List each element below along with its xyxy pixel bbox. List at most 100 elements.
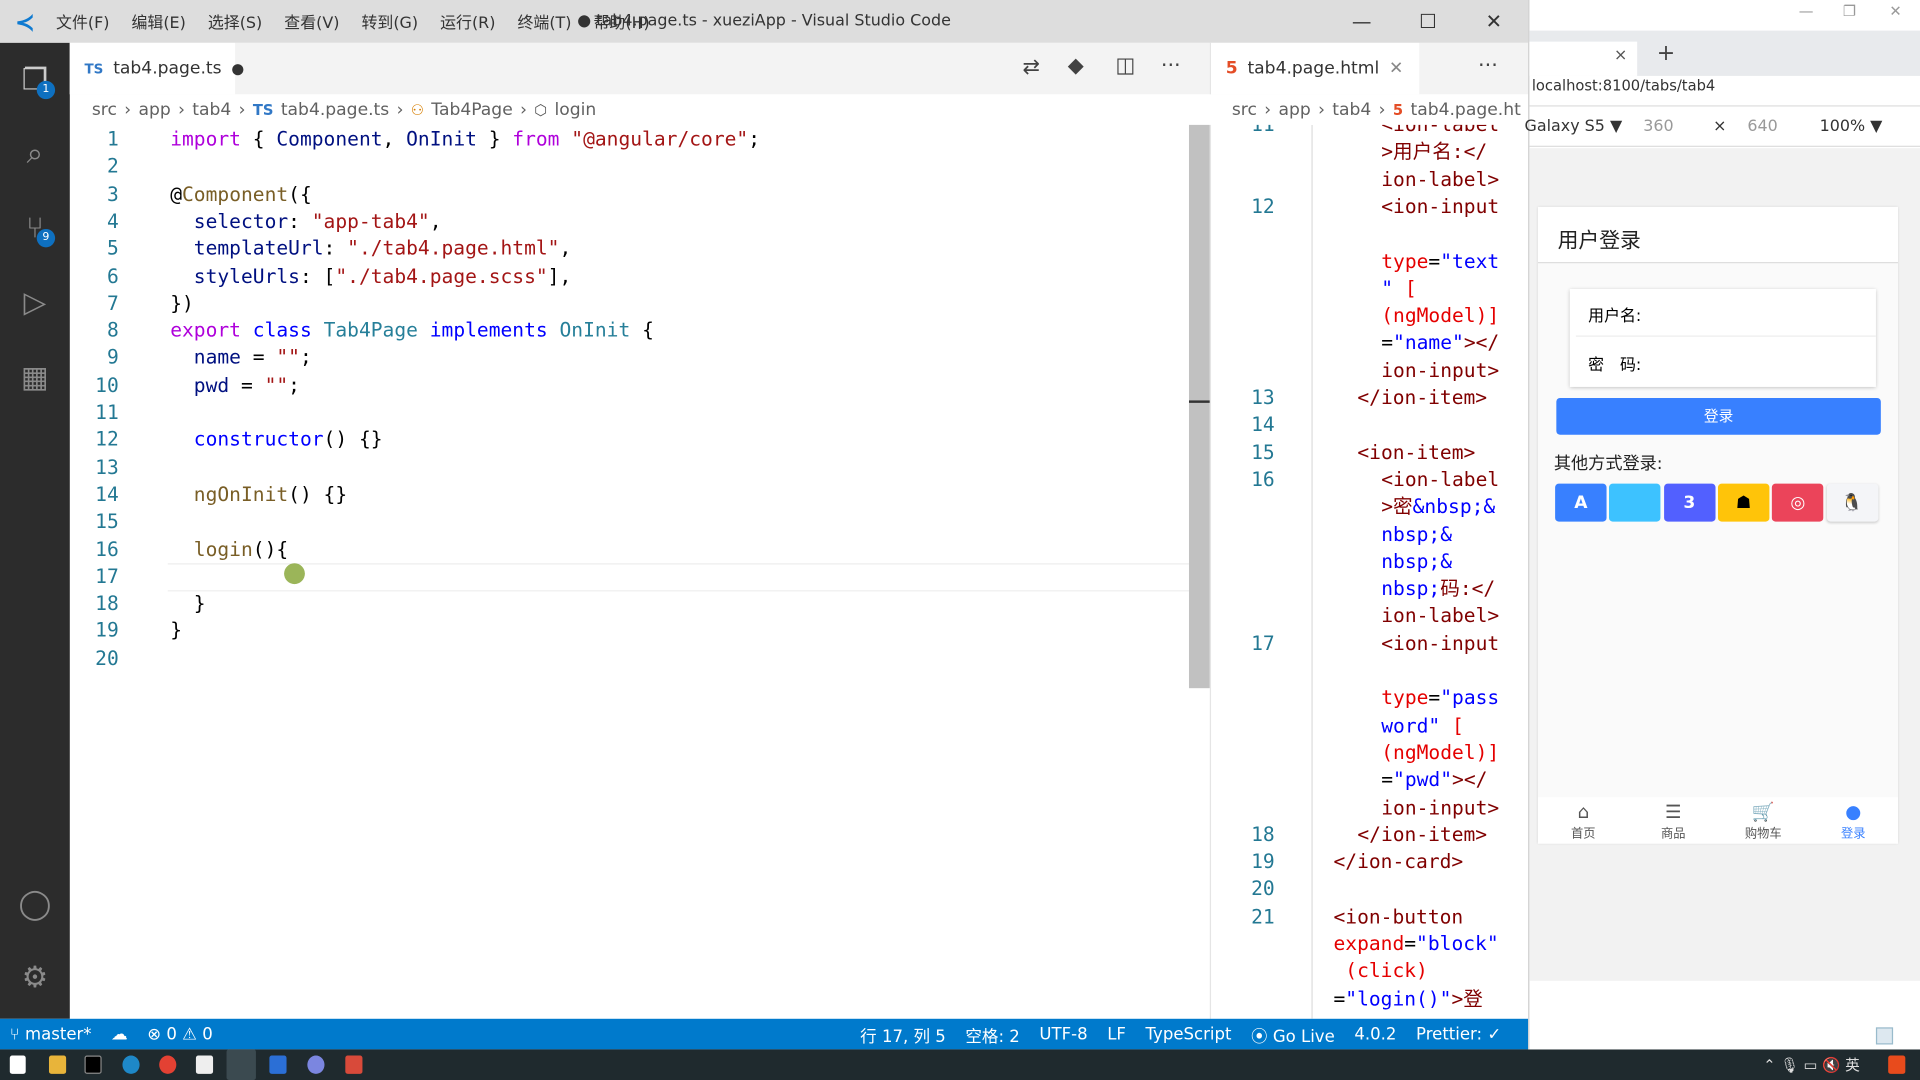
code-line: constructor() {}: [170, 426, 383, 453]
breadcrumb-item[interactable]: tab4: [192, 100, 231, 120]
go-live-button[interactable]: ⦿ Go Live: [1241, 1022, 1344, 1047]
github-icon[interactable]: ◎: [1772, 483, 1824, 522]
menu-item[interactable]: 帮助(H): [582, 10, 660, 33]
typora-icon[interactable]: [195, 1055, 214, 1074]
angular-icon[interactable]: A: [1555, 483, 1607, 522]
code-token: expand: [1333, 931, 1405, 956]
menu-item[interactable]: 运行(R): [429, 10, 506, 33]
zoom-select[interactable]: 100% ▼: [1820, 118, 1883, 136]
close-button[interactable]: ✕: [1461, 0, 1527, 43]
menu-item[interactable]: 转到(G): [350, 10, 429, 33]
tab-tab4-page-ts[interactable]: TS tab4.page.ts ●: [69, 42, 244, 95]
device-select[interactable]: Galaxy S5 ▼: [1525, 118, 1623, 136]
vscode-taskbar-icon[interactable]: [226, 1049, 256, 1080]
system-tray-icons[interactable]: ⌃ 🎙 ▭ 🔇 英: [1763, 1054, 1860, 1075]
more-actions-icon[interactable]: ···: [1161, 54, 1181, 78]
close-tab-icon[interactable]: ✕: [1389, 59, 1403, 79]
chevron-right-icon: ›: [396, 100, 404, 121]
problems-indicator[interactable]: ⊗ 0 ⚠ 0: [137, 1024, 222, 1044]
code-token: "": [264, 373, 289, 397]
linux-icon[interactable]: 🐧: [1826, 483, 1878, 522]
close-tab-icon[interactable]: ×: [1614, 47, 1627, 65]
edge-icon[interactable]: [122, 1055, 140, 1074]
menu-item[interactable]: 终端(T): [506, 10, 582, 33]
windows-start-icon[interactable]: [9, 1055, 26, 1074]
browser-minimize-button[interactable]: —: [1799, 2, 1814, 19]
menu-item[interactable]: 文件(F): [45, 10, 120, 33]
browser-tab[interactable]: ×: [1529, 41, 1638, 76]
line-number: 8: [106, 318, 119, 342]
android-icon[interactable]: ☗: [1717, 483, 1770, 522]
css3-icon[interactable]: 3: [1663, 483, 1716, 522]
scrollbar-left[interactable]: [1188, 124, 1210, 689]
breadcrumb-item[interactable]: Tab4Page: [431, 100, 512, 120]
explorer-icon[interactable]: ❐ 1: [0, 49, 70, 110]
cursor-position[interactable]: 行 17, 列 5: [850, 1022, 955, 1047]
line-number: 19: [1251, 849, 1275, 874]
username-field[interactable]: 用户名:: [1575, 289, 1876, 337]
typescript-icon: TS: [252, 101, 274, 119]
menu-item[interactable]: 选择(S): [197, 10, 273, 33]
terminal-icon[interactable]: [84, 1055, 102, 1074]
extensions-icon[interactable]: ▦: [0, 347, 70, 408]
menu-item[interactable]: 编辑(E): [120, 10, 196, 33]
height-input[interactable]: 640: [1747, 118, 1777, 136]
code-token: "./tab4.page.scss": [335, 263, 548, 288]
breadcrumb-item[interactable]: tab4: [1332, 100, 1371, 120]
account-icon[interactable]: ◯: [0, 873, 70, 934]
login-button[interactable]: 登录: [1556, 397, 1881, 435]
settings-gear-icon[interactable]: ⚙: [0, 947, 70, 1008]
file-explorer-icon[interactable]: [48, 1055, 67, 1074]
search-icon[interactable]: ⌕: [0, 122, 70, 183]
chrome-icon[interactable]: [159, 1055, 177, 1074]
apple-icon[interactable]: [1609, 483, 1661, 522]
code-token: selector: [193, 209, 289, 233]
git-icon[interactable]: ◆: [1068, 54, 1084, 78]
ts-version[interactable]: 4.0.2: [1345, 1024, 1407, 1044]
browser-restore-button[interactable]: ❐: [1843, 2, 1856, 19]
breadcrumb-item[interactable]: src: [92, 100, 117, 120]
sync-icon[interactable]: ☁: [101, 1024, 137, 1044]
view-toggle-icon[interactable]: [1875, 1027, 1894, 1045]
breadcrumb-item[interactable]: app: [138, 100, 170, 120]
width-input[interactable]: 360: [1643, 118, 1673, 136]
recorder-icon[interactable]: [345, 1055, 363, 1074]
browser-close-button[interactable]: ✕: [1889, 2, 1901, 19]
breadcrumb-item[interactable]: app: [1278, 100, 1310, 120]
tab-tab4-page-html[interactable]: 5 tab4.page.html ✕: [1211, 42, 1420, 95]
code-line: nbsp;码:</: [1381, 576, 1495, 603]
breadcrumb-item[interactable]: tab4.page.ht: [1410, 100, 1520, 120]
code-editor-left[interactable]: 1 import { Component, OnInit } from "@ang…: [70, 126, 1197, 1019]
breadcrumb-item[interactable]: tab4.page.ts: [281, 100, 389, 120]
ime-icon[interactable]: [1888, 1055, 1906, 1074]
run-debug-icon[interactable]: ▷: [0, 272, 70, 333]
menu-item[interactable]: 查看(V): [273, 10, 350, 33]
split-editor-icon[interactable]: ◫: [1116, 54, 1136, 78]
tab-cart[interactable]: 🛒 购物车: [1727, 801, 1800, 841]
password-field[interactable]: 密 码:: [1576, 338, 1876, 387]
minimize-button[interactable]: —: [1329, 0, 1395, 43]
other-login-label: 其他方式登录:: [1553, 454, 1663, 474]
more-actions-icon[interactable]: ···: [1478, 54, 1498, 78]
indentation[interactable]: 空格: 2: [956, 1022, 1030, 1047]
breadcrumb-item[interactable]: src: [1232, 100, 1257, 120]
tab-home[interactable]: ⌂ 首页: [1547, 801, 1620, 841]
tab-list[interactable]: ☰ 商品: [1637, 801, 1710, 841]
maximize-button[interactable]: ☐: [1395, 0, 1461, 43]
app-icon[interactable]: [307, 1055, 325, 1074]
source-control-icon[interactable]: ⑂ 9: [0, 197, 70, 258]
line-ending[interactable]: LF: [1097, 1024, 1135, 1044]
new-tab-button[interactable]: +: [1657, 40, 1675, 66]
breadcrumb-item[interactable]: login: [554, 100, 596, 120]
address-bar[interactable]: localhost:8100/tabs/tab4: [1532, 77, 1715, 94]
tab-person[interactable]: ● 登录: [1817, 801, 1890, 841]
encoding[interactable]: UTF-8: [1030, 1024, 1098, 1044]
language-mode[interactable]: TypeScript: [1136, 1024, 1242, 1044]
app-icon[interactable]: [269, 1055, 287, 1074]
code-editor-right[interactable]: 11 <ion-label >用户名:</ ion-label> 12 <ion-inpu…: [1209, 124, 1528, 1019]
compare-changes-icon[interactable]: ⇄: [1022, 55, 1039, 79]
branch-indicator[interactable]: ⑂ master*: [0, 1024, 101, 1044]
unsaved-dot-icon[interactable]: ●: [231, 60, 244, 77]
prettier-status[interactable]: Prettier: ✓: [1406, 1024, 1511, 1044]
